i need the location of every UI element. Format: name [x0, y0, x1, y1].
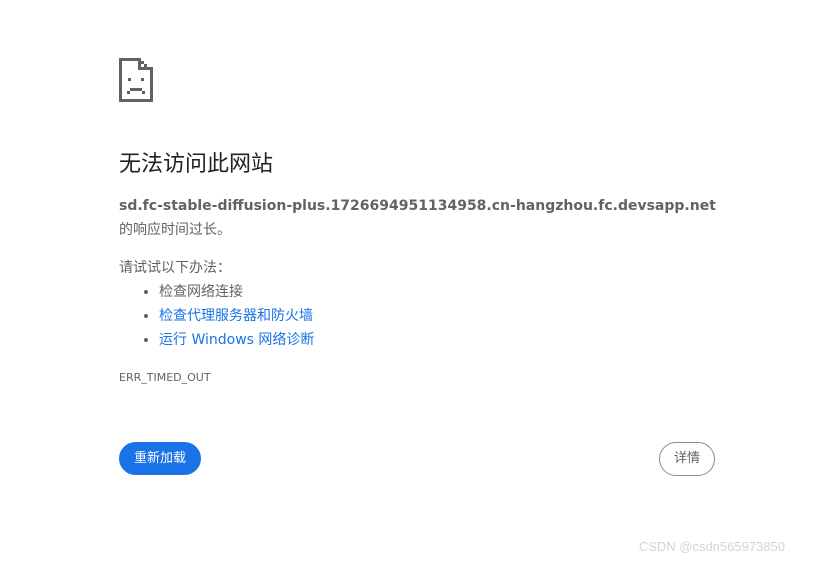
suggestion-run-diagnostics-link[interactable]: 运行 Windows 网络诊断: [159, 332, 314, 348]
suggestion-check-network: 检查网络连接: [159, 280, 719, 304]
suggestions-intro: 请试试以下办法：: [119, 260, 231, 276]
reload-button[interactable]: 重新加载: [119, 442, 202, 475]
error-host: sd.fc-stable-diffusion-plus.172669495113…: [119, 198, 716, 214]
suggestion-check-network-label: 检查网络连接: [159, 284, 243, 300]
details-button[interactable]: 详情: [659, 442, 716, 476]
suggestion-check-proxy-link[interactable]: 检查代理服务器和防火墙: [159, 308, 313, 324]
error-message: sd.fc-stable-diffusion-plus.172669495113…: [119, 194, 719, 242]
suggestion-check-proxy: 检查代理服务器和防火墙: [159, 304, 719, 328]
watermark: CSDN @csdn565973850: [638, 539, 785, 554]
suggestions-list: 检查网络连接 检查代理服务器和防火墙 运行 Windows 网络诊断: [119, 280, 719, 352]
error-page: 无法访问此网站 sd.fc-stable-diffusion-plus.1726…: [0, 0, 819, 562]
sad-page-icon: [119, 58, 153, 102]
page-title: 无法访问此网站: [119, 152, 274, 177]
suggestion-run-diagnostics: 运行 Windows 网络诊断: [159, 328, 719, 352]
error-content: 无法访问此网站 sd.fc-stable-diffusion-plus.1726…: [119, 58, 719, 386]
error-message-suffix: 的响应时间过长。: [119, 222, 231, 238]
error-code: ERR_TIMED_OUT: [119, 371, 211, 384]
